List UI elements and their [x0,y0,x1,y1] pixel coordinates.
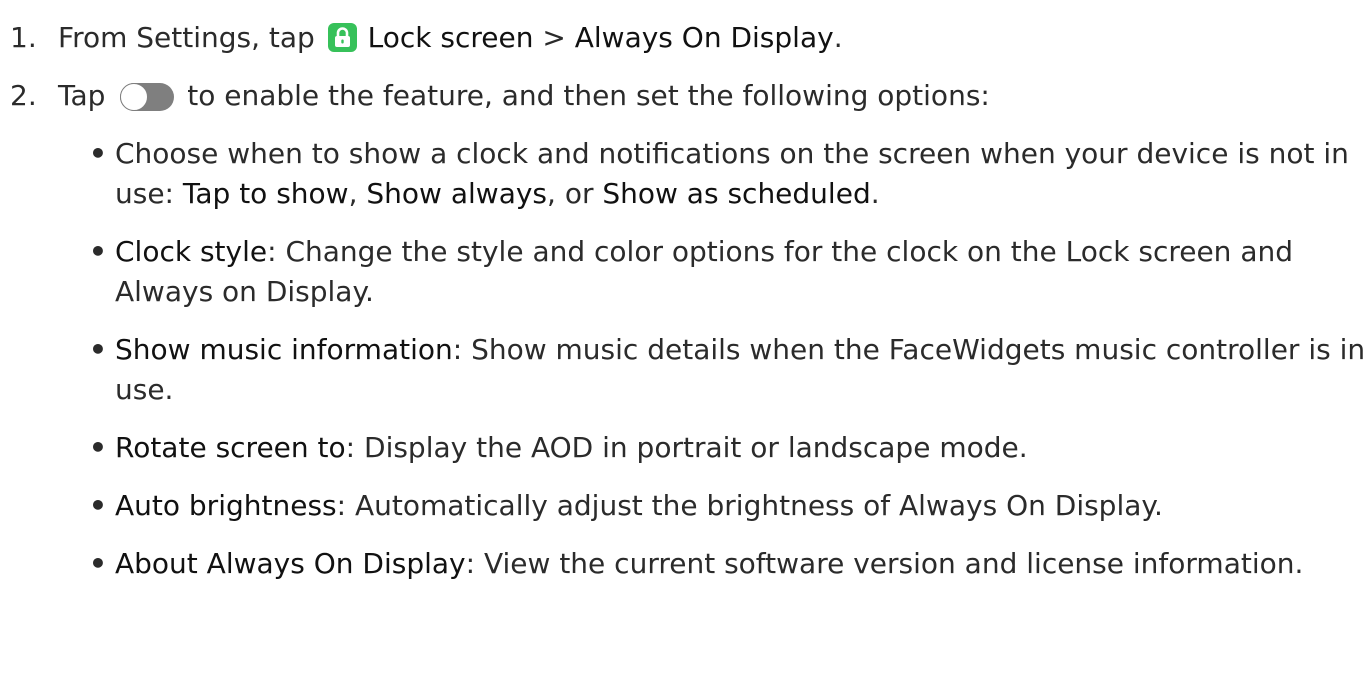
option-display-mode: • Choose when to show a clock and notifi… [0,134,1369,214]
options-list: • Choose when to show a clock and notifi… [0,134,1369,584]
bullet-icon: • [89,547,107,580]
separator: , or [547,177,603,210]
option-show-as-scheduled: Show as scheduled [602,177,871,210]
option-show-music-information: • Show music information: Show music det… [0,330,1369,410]
step-text-end: to enable the feature, and then set the … [178,79,990,112]
step-number: 1. [10,21,37,54]
option-term: Show music information [115,333,453,366]
lock-screen-label: Lock screen [367,21,534,54]
option-description: : Change the style and color options for… [115,235,1294,308]
step-2: 2. Tap to enable the feature, and then s… [0,76,1369,116]
option-description: : Automatically adjust the brightness of… [336,489,1163,522]
option-tap-to-show: Tap to show [182,177,349,210]
lock-screen-icon [327,23,357,52]
option-description: : View the current software version and … [465,547,1304,580]
step-1: 1. From Settings, tap Lock screen > Alwa… [0,18,1369,58]
toggle-switch-icon [120,83,175,111]
option-description: : Display the AOD in portrait or landsca… [345,431,1028,464]
step-text: Tap [58,79,115,112]
step-text-end: . [833,21,843,54]
option-rotate-screen: • Rotate screen to: Display the AOD in p… [0,428,1369,468]
toggle-knob [120,83,149,111]
always-on-display-label: Always On Display [574,21,834,54]
option-show-always: Show always [366,177,548,210]
option-term: Auto brightness [115,489,337,522]
step-text: From Settings, tap [58,21,324,54]
instructions: 1. From Settings, tap Lock screen > Alwa… [0,0,1369,584]
option-term: Rotate screen to [115,431,346,464]
option-term: About Always On Display [115,547,466,580]
bullet-icon: • [89,431,107,464]
step-number: 2. [10,79,37,112]
option-clock-style: • Clock style: Change the style and colo… [0,232,1369,312]
bullet-icon: • [89,137,107,170]
bullet-icon: • [89,235,107,268]
option-term: Clock style [115,235,268,268]
breadcrumb-separator: > [533,21,575,54]
bullet-icon: • [89,489,107,522]
sentence-end: . [870,177,880,210]
separator: , [348,177,367,210]
option-auto-brightness: • Auto brightness: Automatically adjust … [0,486,1369,526]
bullet-icon: • [89,333,107,366]
option-about-always-on-display: • About Always On Display: View the curr… [0,544,1369,584]
